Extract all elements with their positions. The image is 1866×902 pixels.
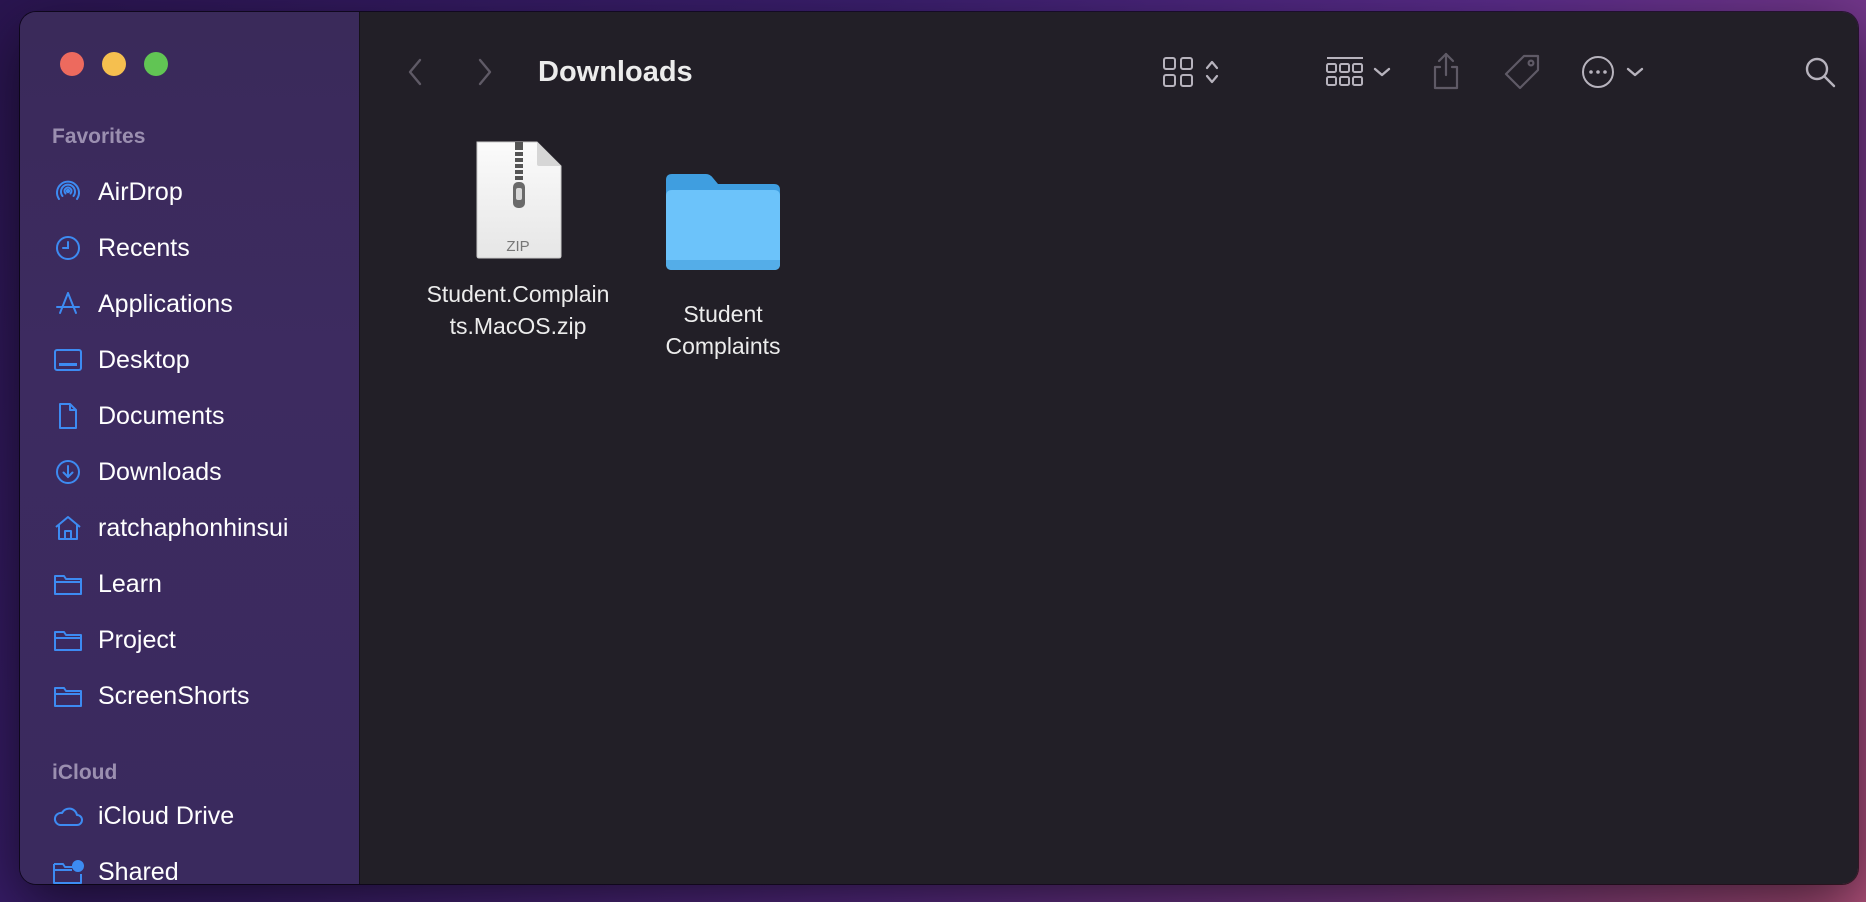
applications-icon — [52, 288, 84, 320]
chevron-down-icon — [1626, 65, 1644, 83]
share-button[interactable] — [1428, 50, 1464, 96]
sidebar-item-label: ScreenShorts — [98, 681, 250, 710]
zoom-button[interactable] — [144, 52, 168, 76]
search-button[interactable] — [1800, 54, 1840, 94]
folder-icon — [52, 568, 84, 600]
close-button[interactable] — [60, 52, 84, 76]
sidebar-item-project[interactable]: Project — [52, 620, 352, 660]
shared-folder-icon — [52, 856, 84, 884]
chevron-down-icon — [1373, 65, 1391, 83]
sidebar-item-icloud-drive[interactable]: iCloud Drive — [52, 796, 352, 836]
sidebar-item-label: Downloads — [98, 457, 222, 486]
ellipsis-circle-icon — [1580, 54, 1616, 95]
airdrop-icon — [52, 176, 84, 208]
sidebar-item-learn[interactable]: Learn — [52, 564, 352, 604]
folder-icon — [52, 680, 84, 712]
folder-icon — [618, 170, 828, 290]
sidebar-item-airdrop[interactable]: AirDrop — [52, 172, 352, 212]
sidebar-item-label: AirDrop — [98, 177, 183, 206]
cloud-icon — [52, 800, 84, 832]
search-icon — [1803, 55, 1837, 94]
chevron-right-icon — [476, 57, 494, 92]
chevron-left-icon — [406, 57, 424, 92]
icon-grid-icon — [1161, 55, 1195, 94]
back-button[interactable] — [400, 58, 430, 90]
file-item-zip[interactable]: ZIP Student.Complain ts.MacOS.zip — [413, 140, 623, 342]
group-by-button[interactable] — [1318, 52, 1398, 96]
sidebar-item-label: Recents — [98, 233, 190, 262]
file-name-line2: Complaints — [665, 333, 781, 359]
sidebar-item-recents[interactable]: Recents — [52, 228, 352, 268]
icloud-section-title: iCloud — [52, 761, 118, 784]
file-item-folder[interactable]: Student Complaints — [618, 170, 828, 362]
forward-button[interactable] — [470, 58, 500, 90]
sidebar-item-documents[interactable]: Documents — [52, 396, 352, 436]
sidebar-item-home[interactable]: ratchaphonhinsui — [52, 508, 352, 548]
sidebar-item-downloads[interactable]: Downloads — [52, 452, 352, 492]
sidebar-item-label: Learn — [98, 569, 162, 598]
sidebar-item-label: Shared — [98, 857, 179, 885]
sidebar-item-shared[interactable]: Shared — [52, 852, 352, 884]
sidebar-item-screenshorts[interactable]: ScreenShorts — [52, 676, 352, 716]
sidebar-item-label: iCloud Drive — [98, 801, 235, 830]
zip-badge: ZIP — [506, 238, 530, 255]
finder-window: Favorites AirDrop Recents Applications D… — [20, 12, 1858, 884]
sidebar-item-label: ratchaphonhinsui — [98, 513, 289, 542]
sidebar-item-desktop[interactable]: Desktop — [52, 340, 352, 380]
sidebar-item-label: Project — [98, 625, 176, 654]
file-name-line1: Student — [683, 301, 763, 327]
sidebar-item-applications[interactable]: Applications — [52, 284, 352, 324]
clock-icon — [52, 232, 84, 264]
chevron-up-down-icon — [1205, 58, 1219, 91]
folder-icon — [52, 624, 84, 656]
view-mode-button[interactable] — [1150, 52, 1230, 96]
document-icon — [52, 400, 84, 432]
sidebar-item-label: Desktop — [98, 345, 190, 374]
file-name-line2: ts.MacOS.zip — [449, 313, 587, 339]
share-icon — [1431, 51, 1461, 96]
sidebar-item-label: Applications — [98, 289, 233, 318]
download-icon — [52, 456, 84, 488]
more-actions-button[interactable] — [1572, 52, 1652, 96]
sidebar-item-label: Documents — [98, 401, 225, 430]
desktop-icon — [52, 344, 84, 376]
traffic-lights — [60, 52, 168, 76]
home-icon — [52, 512, 84, 544]
main-content: Downloads ZIP Student.Complain ts.MacOS.… — [360, 12, 1858, 884]
group-grid-icon — [1325, 55, 1365, 94]
sidebar: Favorites AirDrop Recents Applications D… — [20, 12, 360, 884]
tag-icon — [1502, 52, 1542, 97]
window-title: Downloads — [538, 56, 693, 88]
favorites-section-title: Favorites — [52, 125, 146, 148]
minimize-button[interactable] — [102, 52, 126, 76]
tags-button[interactable] — [1500, 52, 1544, 96]
file-name-line1: Student.Complain — [426, 281, 610, 307]
